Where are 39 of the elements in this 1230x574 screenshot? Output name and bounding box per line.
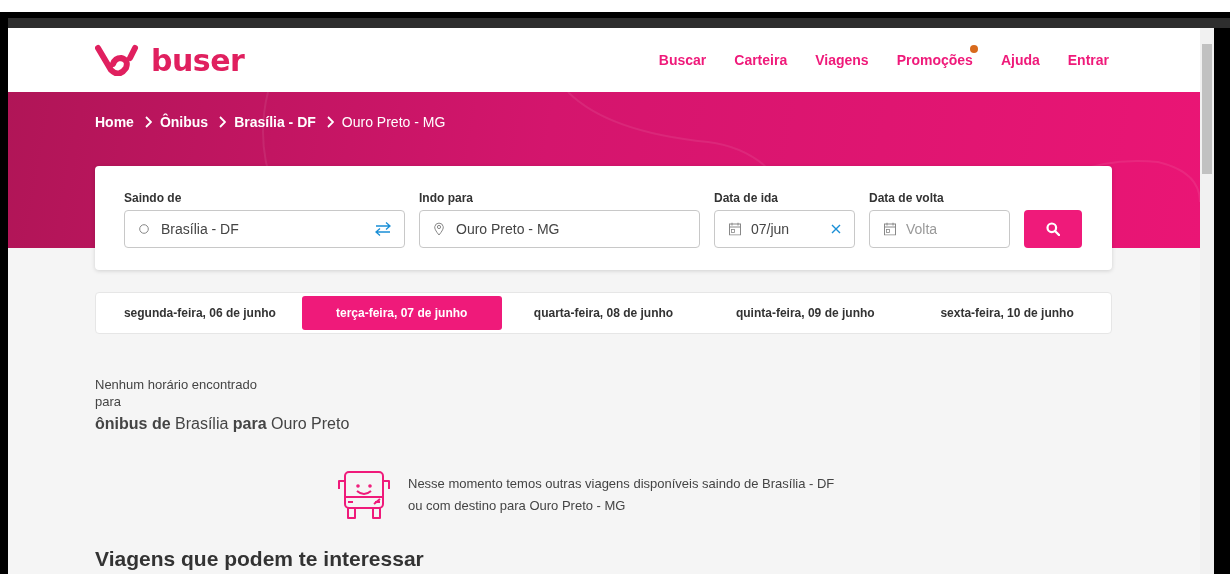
breadcrumb-link[interactable]: Home — [95, 114, 134, 130]
route-text: ônibus de Brasília para Ouro Preto — [95, 415, 351, 433]
date-tab[interactable]: sexta-feira, 10 de junho — [907, 296, 1107, 330]
logo[interactable]: buser — [95, 42, 245, 78]
date-tab[interactable]: terça-feira, 07 de junho — [301, 296, 502, 330]
section-title: Viagens que podem te interessar — [95, 547, 425, 571]
breadcrumb-link[interactable]: Brasília - DF — [234, 114, 316, 130]
search-icon — [1046, 222, 1060, 236]
date-tab[interactable]: segunda-feira, 06 de junho — [100, 296, 300, 330]
notice-text: Nesse momento temos outras viagens disponíveis saindo de Brasília - DF — [408, 475, 835, 493]
nav-link[interactable]: Buscar — [658, 52, 707, 68]
nav-link[interactable]: Promoções — [896, 52, 973, 68]
chevron-right-icon — [218, 116, 227, 128]
breadcrumb-link[interactable]: Ônibus — [159, 114, 209, 130]
date-tab[interactable]: quinta-feira, 09 de junho — [705, 296, 906, 330]
nav-link[interactable]: Carteira — [734, 52, 788, 68]
field-label: Indo para — [419, 191, 474, 207]
swap-arrows-icon — [375, 222, 391, 236]
chevron-right-icon — [143, 116, 152, 128]
close-icon — [831, 224, 841, 234]
nav-link[interactable]: Ajuda — [1000, 52, 1040, 68]
field-label: Data de volta — [869, 191, 945, 207]
search-button[interactable] — [1024, 210, 1082, 248]
input-field[interactable]: Brasília - DF — [124, 210, 405, 248]
result-message: para — [95, 393, 123, 410]
scrollbar[interactable] — [1200, 28, 1214, 574]
input-field[interactable]: Ouro Preto - MG — [419, 210, 700, 248]
result-message: Nenhum horário encontrado — [95, 376, 258, 393]
nav-link[interactable]: Viagens — [815, 52, 869, 68]
input-field[interactable]: Volta — [869, 210, 1010, 248]
nav-link[interactable]: Entrar — [1067, 52, 1109, 68]
field-label: Data de ida — [714, 191, 780, 207]
bus-icon — [338, 469, 390, 521]
notice-text: ou com destino para Ouro Preto - MG — [408, 497, 627, 515]
field-label: Saindo de — [124, 191, 183, 207]
breadcrumb-link[interactable]: Ouro Preto - MG — [341, 114, 446, 130]
date-tab[interactable]: quarta-feira, 08 de junho — [503, 296, 704, 330]
input-field[interactable]: 07/jun — [714, 210, 855, 248]
chevron-right-icon — [325, 116, 334, 128]
